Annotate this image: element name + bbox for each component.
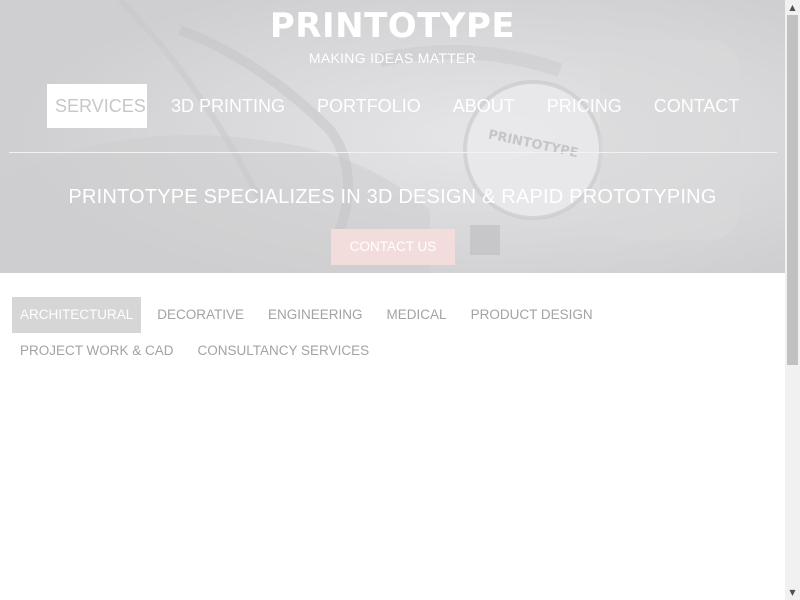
filter-row-2: PROJECT WORK & CAD CONSULTANCY SERVICES (12, 333, 772, 369)
brand-logo-text[interactable]: PRINTOTYPE (0, 6, 785, 46)
nav-item-pricing[interactable]: PRICING (539, 84, 630, 128)
main-navigation: SERVICES 3D PRINTING PORTFOLIO ABOUT PRI… (47, 84, 763, 128)
nav-item-about[interactable]: ABOUT (445, 84, 523, 128)
filter-medical[interactable]: MEDICAL (379, 297, 455, 333)
scroll-down-arrow-icon[interactable]: ▼ (785, 585, 800, 600)
filter-architectural[interactable]: ARCHITECTURAL (12, 297, 142, 333)
filter-engineering[interactable]: ENGINEERING (260, 297, 371, 333)
filter-project-work-cad[interactable]: PROJECT WORK & CAD (12, 333, 182, 369)
filter-row-1: ARCHITECTURAL DECORATIVE ENGINEERING MED… (12, 297, 772, 333)
nav-item-portfolio[interactable]: PORTFOLIO (309, 84, 429, 128)
contact-us-button[interactable]: CONTACT US (331, 229, 455, 265)
category-filters: ARCHITECTURAL DECORATIVE ENGINEERING MED… (12, 297, 772, 369)
hero-divider (9, 152, 777, 153)
page: PRINTOTYPE PRINTOTYPE MAKING IDEAS MATTE… (0, 0, 785, 600)
vertical-scrollbar[interactable]: ▲ ▼ (785, 0, 800, 600)
brand-tagline: MAKING IDEAS MATTER (308, 50, 477, 66)
filter-product-design[interactable]: PRODUCT DESIGN (463, 297, 601, 333)
nav-item-services[interactable]: SERVICES (47, 84, 147, 128)
hero-section: PRINTOTYPE PRINTOTYPE MAKING IDEAS MATTE… (0, 0, 785, 273)
nav-item-contact[interactable]: CONTACT (646, 84, 748, 128)
hero-content: PRINTOTYPE MAKING IDEAS MATTER SERVICES … (0, 0, 785, 273)
filter-decorative[interactable]: DECORATIVE (149, 297, 252, 333)
scroll-up-arrow-icon[interactable]: ▲ (785, 0, 800, 15)
nav-item-3d-printing[interactable]: 3D PRINTING (163, 84, 293, 128)
hero-headline: PRINTOTYPE SPECIALIZES IN 3D DESIGN & RA… (68, 186, 717, 208)
scrollbar-thumb[interactable] (787, 15, 798, 365)
filter-consultancy-services[interactable]: CONSULTANCY SERVICES (190, 333, 378, 369)
